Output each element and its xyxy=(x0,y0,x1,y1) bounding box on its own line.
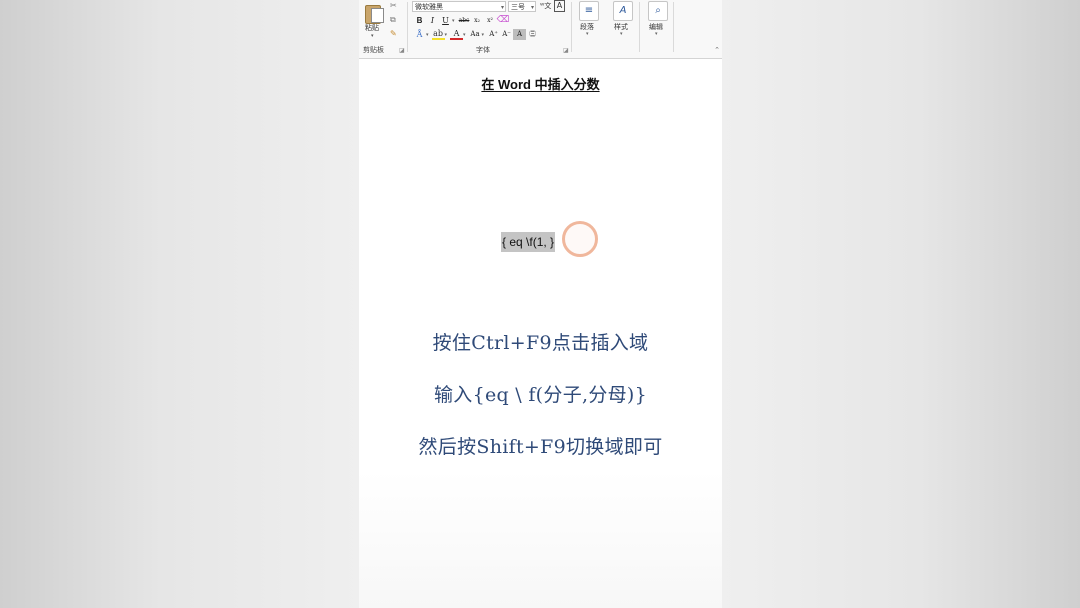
clipboard-launcher-icon[interactable]: ◪ xyxy=(399,47,405,54)
font-launcher-icon[interactable]: ◪ xyxy=(563,47,569,54)
phonetic-guide-icon[interactable]: ᵂ文 xyxy=(540,1,551,11)
word-window: 粘贴 ▾ ✂ ⧉ ✎ 剪贴板 ◪ 微软雅黑 ▾ 三号 ▾ ᵂ文 A B I U … xyxy=(359,0,722,608)
paste-button-label[interactable]: 粘贴 xyxy=(365,23,379,33)
font-color-icon[interactable]: A xyxy=(450,29,464,40)
underline-button[interactable]: U xyxy=(439,15,452,26)
group-divider xyxy=(673,2,674,52)
background-right xyxy=(722,0,1080,608)
caption-step-3: 然后按Shift+F9切换域即可 xyxy=(418,436,663,458)
collapse-ribbon-icon[interactable]: ⌃ xyxy=(714,46,720,54)
chevron-down-icon[interactable]: ▾ xyxy=(586,31,589,37)
font-group-label: 字体 xyxy=(476,46,490,54)
caption-step-1: 按住Ctrl+F9点击插入域 xyxy=(432,332,649,354)
character-shading-icon[interactable]: A xyxy=(513,29,527,40)
grow-font-icon[interactable]: A⁺ xyxy=(487,29,500,40)
copy-icon[interactable]: ⧉ xyxy=(390,15,396,25)
font-size-value: 三号 xyxy=(511,3,525,11)
font-format-row: B I U ▾ abc x₂ x² ⌫ xyxy=(413,15,510,26)
chevron-down-icon[interactable]: ▾ xyxy=(463,32,466,38)
subscript-button[interactable]: x₂ xyxy=(471,15,484,26)
italic-button[interactable]: I xyxy=(426,15,439,26)
background-left xyxy=(0,0,359,608)
group-divider xyxy=(407,2,408,52)
chevron-down-icon: ▾ xyxy=(530,4,534,11)
text-effects-icon[interactable]: Å xyxy=(413,29,426,40)
document-title: 在 Word 中插入分数 xyxy=(359,74,722,93)
cut-icon[interactable]: ✂ xyxy=(390,1,397,10)
search-icon[interactable]: ⌕ xyxy=(648,1,668,21)
chevron-down-icon[interactable]: ▾ xyxy=(426,32,429,38)
chevron-down-icon[interactable]: ▾ xyxy=(445,32,448,38)
font-color-row: Å ▾ ab ▾ A ▾ Aa ▾ A⁺ A⁻ A ㊂ xyxy=(413,29,539,40)
group-divider xyxy=(639,2,640,52)
document-title-text: 在 Word 中插入分数 xyxy=(481,77,600,92)
chevron-down-icon[interactable]: ▾ xyxy=(620,31,623,37)
character-border-icon[interactable]: A xyxy=(554,0,565,12)
highlight-color-icon[interactable]: ab xyxy=(431,29,445,40)
font-name-select[interactable]: 微软雅黑 ▾ xyxy=(412,1,506,12)
chevron-down-icon[interactable]: ▾ xyxy=(655,31,658,37)
page-lower-area xyxy=(359,470,722,608)
chevron-down-icon[interactable]: ▾ xyxy=(452,18,455,24)
change-case-icon[interactable]: Aa xyxy=(469,29,482,40)
paragraph-icon[interactable]: ≡ xyxy=(579,1,599,21)
clear-formatting-icon[interactable]: ⌫ xyxy=(497,15,510,26)
superscript-button[interactable]: x² xyxy=(484,15,497,26)
clipboard-group-label: 剪贴板 xyxy=(363,46,384,54)
shrink-font-icon[interactable]: A⁻ xyxy=(500,29,513,40)
ribbon: 粘贴 ▾ ✂ ⧉ ✎ 剪贴板 ◪ 微软雅黑 ▾ 三号 ▾ ᵂ文 A B I U … xyxy=(359,0,722,59)
mouse-cursor-ring xyxy=(562,221,598,257)
chevron-down-icon[interactable]: ▾ xyxy=(482,32,485,38)
paste-dropdown-icon[interactable]: ▾ xyxy=(371,33,374,39)
styles-icon[interactable]: A xyxy=(613,1,633,21)
font-size-select[interactable]: 三号 ▾ xyxy=(508,1,536,12)
strikethrough-button[interactable]: abc xyxy=(458,15,471,26)
font-name-value: 微软雅黑 xyxy=(415,3,443,11)
enclose-characters-icon[interactable]: ㊂ xyxy=(526,29,539,40)
field-code[interactable]: { eq \f(1, } xyxy=(501,232,556,252)
format-painter-icon[interactable]: ✎ xyxy=(390,29,397,38)
group-divider xyxy=(571,2,572,52)
paste-icon[interactable] xyxy=(365,2,384,24)
chevron-down-icon: ▾ xyxy=(500,4,504,11)
caption-step-2: 输入{eq \ f(分子,分母)} xyxy=(433,384,648,406)
bold-button[interactable]: B xyxy=(413,15,426,26)
